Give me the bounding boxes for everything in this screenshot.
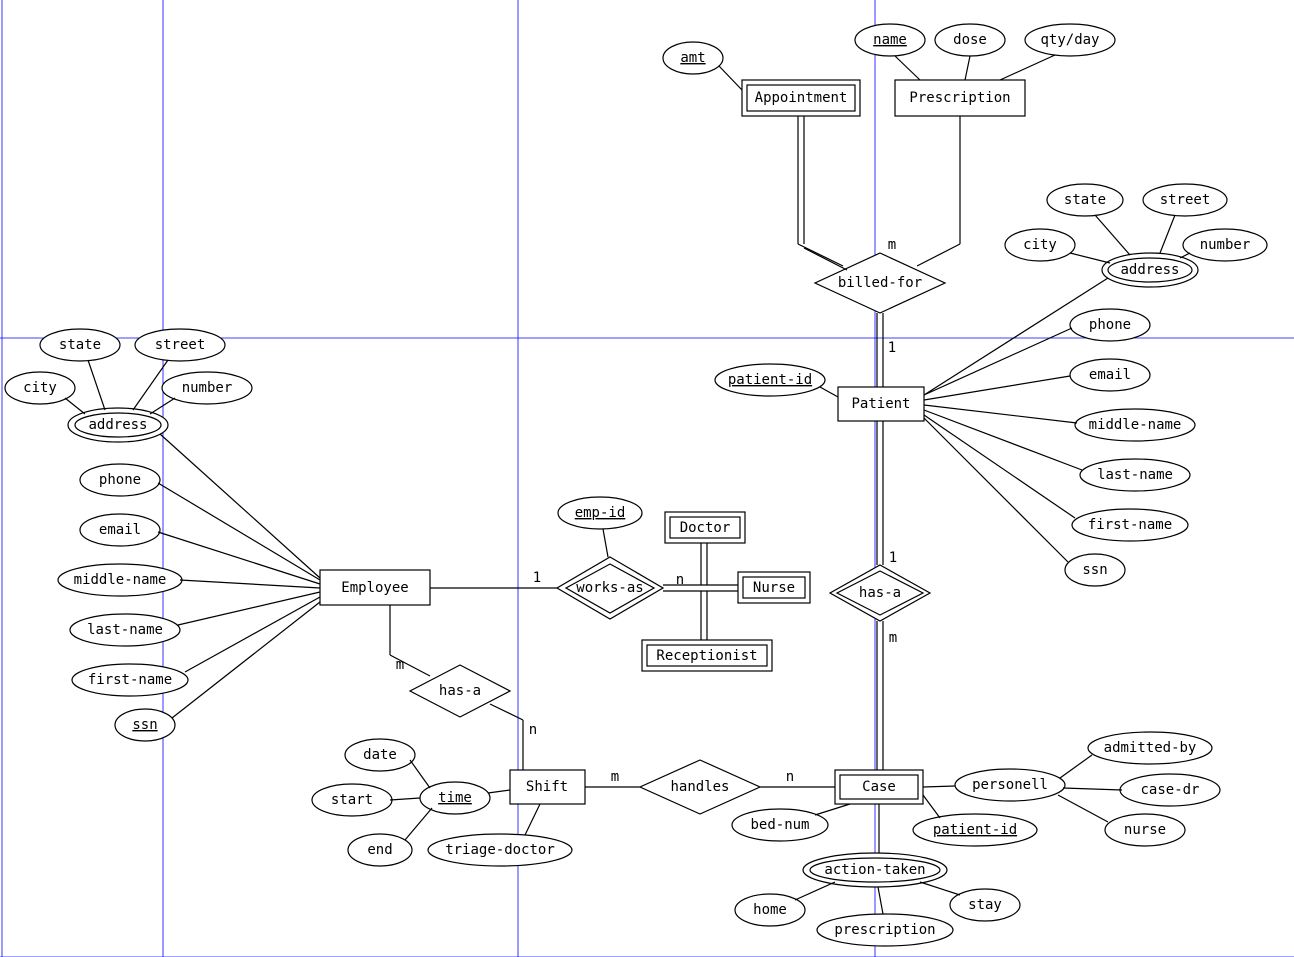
card-handles-m: m — [611, 769, 619, 785]
attr-patient-address: address — [1102, 253, 1198, 287]
svg-text:address: address — [88, 417, 147, 433]
shift-start: start — [331, 792, 373, 808]
doctor-label: Doctor — [680, 520, 731, 536]
attr-dose-label: dose — [953, 32, 987, 48]
prescription-label: Prescription — [909, 90, 1010, 106]
entity-appointment: Appointment — [742, 80, 860, 116]
emp-ssn: ssn — [132, 717, 157, 733]
card-hasa-pat-m: m — [889, 630, 897, 646]
pat-ssn: ssn — [1082, 562, 1107, 578]
pat-email: email — [1089, 367, 1131, 383]
svg-text:action-taken: action-taken — [824, 862, 925, 878]
attr-action-taken: action-taken — [803, 853, 947, 887]
entity-receptionist: Receptionist — [642, 640, 772, 671]
attr-patient-id-label: patient-id — [728, 372, 812, 388]
appointment-label: Appointment — [755, 90, 848, 106]
emp-street: street — [155, 337, 206, 353]
attr-amt-label: amt — [680, 50, 705, 66]
card-hasa-pat-1: 1 — [889, 550, 897, 566]
pat-street: street — [1160, 192, 1211, 208]
emp-number: number — [182, 380, 233, 396]
emp-lname: last-name — [87, 622, 163, 638]
pat-lname: last-name — [1097, 467, 1173, 483]
works-as-label: works-as — [576, 580, 643, 596]
pat-mname: middle-name — [1089, 417, 1182, 433]
card-hasa-emp-n: n — [529, 722, 537, 738]
card-works-1: 1 — [533, 570, 541, 586]
shift-label: Shift — [526, 779, 568, 795]
rel-handles: handles — [640, 760, 760, 814]
case-bednum: bed-num — [750, 817, 809, 833]
emp-email: email — [99, 522, 141, 538]
case-label: Case — [862, 779, 896, 795]
shift-date: date — [363, 747, 397, 763]
nurse-label: Nurse — [753, 580, 795, 596]
case-stay: stay — [968, 897, 1002, 913]
entity-shift: Shift — [510, 770, 585, 804]
attr-qtyday-label: qty/day — [1040, 32, 1099, 48]
entity-doctor: Doctor — [665, 512, 745, 543]
billed-label: billed-for — [838, 275, 922, 291]
employee-label: Employee — [341, 580, 408, 596]
shift-triage: triage-doctor — [445, 842, 555, 858]
hasa-emp-label: has-a — [439, 683, 481, 699]
card-billed-m: m — [888, 237, 896, 253]
case-admby: admitted-by — [1104, 740, 1197, 756]
pat-city: city — [1023, 237, 1057, 253]
emp-state: state — [59, 337, 101, 353]
card-billed-1: 1 — [888, 340, 896, 356]
shift-end: end — [367, 842, 392, 858]
case-personell: personell — [972, 777, 1048, 793]
attr-name-label: name — [873, 32, 907, 48]
case-presc: prescription — [834, 922, 935, 938]
card-handles-n: n — [786, 769, 794, 785]
entity-employee: Employee — [320, 570, 430, 605]
entity-prescription: Prescription — [895, 80, 1025, 116]
er-diagram: Appointment amt Prescription name dose q… — [0, 0, 1294, 957]
patient-label: Patient — [851, 396, 910, 412]
hasa-pat-label: has-a — [859, 585, 901, 601]
entity-nurse: Nurse — [738, 572, 810, 603]
card-hasa-emp-m: m — [396, 657, 404, 673]
receptionist-label: Receptionist — [656, 648, 757, 664]
emp-city: city — [23, 380, 57, 396]
case-dr: case-dr — [1140, 782, 1199, 798]
pat-state: state — [1064, 192, 1106, 208]
case-patid: patient-id — [933, 822, 1017, 838]
pat-number: number — [1200, 237, 1251, 253]
shift-time: time — [438, 790, 472, 806]
entity-case: Case — [835, 770, 923, 804]
emp-mname: middle-name — [74, 572, 167, 588]
pat-address-label: address — [1120, 262, 1179, 278]
rel-has-a-patient: has-a — [830, 565, 930, 621]
emp-phone: phone — [99, 472, 141, 488]
pat-fname: first-name — [1088, 517, 1172, 533]
handles-label: handles — [670, 779, 729, 795]
case-nurse: nurse — [1124, 822, 1166, 838]
entity-patient: Patient — [838, 387, 924, 421]
pat-phone: phone — [1089, 317, 1131, 333]
emp-fname: first-name — [88, 672, 172, 688]
works-empid: emp-id — [575, 505, 626, 521]
rel-works-as: works-as — [557, 557, 663, 619]
case-home: home — [753, 902, 787, 918]
